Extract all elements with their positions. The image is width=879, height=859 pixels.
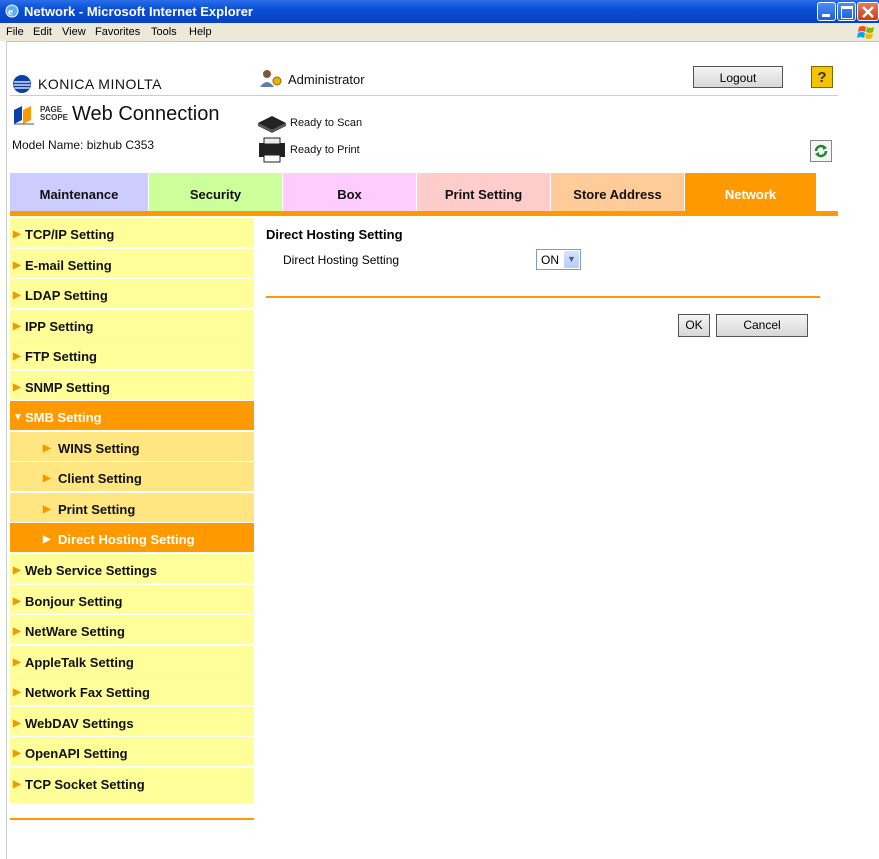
arrow-right-icon: ▶ bbox=[13, 718, 21, 729]
arrow-right-icon: ▶ bbox=[13, 260, 21, 271]
chevron-down-icon[interactable]: ▼ bbox=[564, 251, 579, 268]
arrow-right-icon: ▶ bbox=[13, 565, 21, 576]
direct-hosting-select[interactable]: ON ▼ bbox=[536, 249, 581, 270]
help-button[interactable]: ? bbox=[811, 66, 833, 88]
menu-favorites[interactable]: Favorites bbox=[95, 26, 140, 38]
menu-help[interactable]: Help bbox=[189, 26, 212, 38]
tab-security-label: Security bbox=[189, 187, 242, 202]
tab-network[interactable]: Network bbox=[685, 173, 816, 211]
sidebar-item-appletalk[interactable]: ▶ AppleTalk Setting bbox=[10, 646, 254, 676]
sidebar-item-smb[interactable]: ▼ SMB Setting bbox=[10, 401, 254, 431]
sidebar-item-snmp[interactable]: ▶ SNMP Setting bbox=[10, 371, 254, 401]
sidebar-item-web-service[interactable]: ▶ Web Service Settings bbox=[10, 554, 254, 584]
scan-status: Ready to Scan bbox=[290, 117, 363, 129]
maximize-icon bbox=[841, 6, 853, 19]
sidebar-item-tcpip[interactable]: ▶ TCP/IP Setting bbox=[10, 218, 254, 248]
menu-edit[interactable]: Edit bbox=[33, 26, 52, 38]
sidebar-subitem-client[interactable]: ▶ Client Setting bbox=[10, 462, 254, 492]
refresh-button[interactable] bbox=[810, 140, 832, 162]
sidebar-item-netware[interactable]: ▶ NetWare Setting bbox=[10, 615, 254, 645]
close-button[interactable] bbox=[857, 2, 879, 21]
arrow-right-icon: ▶ bbox=[43, 504, 51, 515]
arrow-right-icon: ▶ bbox=[13, 351, 21, 362]
logout-button[interactable]: Logout bbox=[693, 66, 783, 88]
tab-box-label: Box bbox=[337, 187, 362, 202]
arrow-right-icon: ▶ bbox=[13, 290, 21, 301]
minimize-button[interactable] bbox=[817, 2, 836, 21]
window-title: Network - Microsoft Internet Explorer bbox=[24, 4, 253, 19]
sidebar-item-ipp[interactable]: ▶ IPP Setting bbox=[10, 310, 254, 340]
printer-icon bbox=[259, 137, 285, 163]
arrow-right-icon: ▶ bbox=[13, 657, 21, 668]
product-name: Web Connection bbox=[72, 103, 220, 125]
sidebar-item-network-fax[interactable]: ▶ Network Fax Setting bbox=[10, 676, 254, 706]
administrator-icon bbox=[260, 70, 282, 87]
tab-network-label: Network bbox=[724, 187, 777, 202]
maximize-button[interactable] bbox=[837, 2, 856, 21]
cancel-button[interactable]: Cancel bbox=[716, 314, 808, 337]
header-divider bbox=[10, 95, 838, 96]
page-title: Direct Hosting Setting bbox=[266, 227, 403, 242]
brand-name: KONICA MINOLTA bbox=[38, 76, 162, 92]
tab-security[interactable]: Security bbox=[149, 173, 282, 211]
arrow-right-icon: ▶ bbox=[13, 382, 21, 393]
direct-hosting-value: ON bbox=[541, 253, 559, 267]
arrow-right-icon: ▶ bbox=[13, 596, 21, 607]
direct-hosting-label: Direct Hosting Setting bbox=[283, 253, 400, 267]
close-icon bbox=[862, 6, 874, 18]
arrow-right-icon: ▶ bbox=[13, 748, 21, 759]
minimize-icon bbox=[822, 14, 830, 17]
arrow-right-icon: ▶ bbox=[13, 779, 21, 790]
konica-minolta-logo-icon bbox=[13, 75, 31, 93]
sidebar-subitem-direct-hosting[interactable]: ▶ Direct Hosting Setting bbox=[10, 523, 254, 553]
internet-explorer-icon: e bbox=[5, 4, 19, 18]
ok-button[interactable]: OK bbox=[678, 314, 710, 337]
tab-maintenance-label: Maintenance bbox=[39, 187, 119, 202]
window-titlebar: e Network - Microsoft Internet Explorer bbox=[0, 0, 879, 23]
sidebar-item-ldap[interactable]: ▶ LDAP Setting bbox=[10, 279, 254, 309]
print-status: Ready to Print bbox=[290, 144, 360, 156]
menu-view[interactable]: View bbox=[62, 26, 86, 38]
refresh-icon bbox=[814, 144, 828, 158]
sidebar-subitem-wins[interactable]: ▶ WINS Setting bbox=[10, 432, 254, 462]
arrow-right-icon: ▶ bbox=[43, 443, 51, 454]
pagescope-logo-icon bbox=[14, 106, 34, 125]
arrow-right-icon: ▶ bbox=[13, 321, 21, 332]
arrow-right-icon: ▶ bbox=[13, 687, 21, 698]
model-name: Model Name: bizhub C353 bbox=[12, 138, 155, 152]
tab-underline bbox=[10, 211, 838, 216]
sidebar-bottom-line bbox=[10, 818, 254, 820]
user-name: Administrator bbox=[288, 72, 365, 87]
window-left-border bbox=[0, 41, 7, 859]
svg-text:e: e bbox=[8, 6, 13, 18]
sidebar-item-email[interactable]: ▶ E-mail Setting bbox=[10, 249, 254, 279]
tab-print-setting-label: Print Setting bbox=[444, 187, 523, 202]
sidebar-item-ftp[interactable]: ▶ FTP Setting bbox=[10, 340, 254, 370]
tab-maintenance[interactable]: Maintenance bbox=[10, 173, 148, 211]
menu-bar: File Edit View Favorites Tools Help bbox=[0, 23, 879, 42]
sidebar-item-bonjour[interactable]: ▶ Bonjour Setting bbox=[10, 585, 254, 615]
sidebar-subitem-print[interactable]: ▶ Print Setting bbox=[10, 493, 254, 523]
tab-box[interactable]: Box bbox=[283, 173, 416, 211]
arrow-down-icon: ▼ bbox=[13, 412, 23, 423]
scanner-icon bbox=[258, 116, 286, 133]
tab-store-address[interactable]: Store Address bbox=[551, 173, 684, 211]
arrow-right-icon: ▶ bbox=[13, 229, 21, 240]
sidebar-item-tcp-socket[interactable]: ▶ TCP Socket Setting bbox=[10, 768, 254, 804]
arrow-right-icon: ▶ bbox=[43, 473, 51, 484]
arrow-right-icon: ▶ bbox=[13, 626, 21, 637]
tab-store-address-label: Store Address bbox=[573, 187, 662, 202]
tab-print-setting[interactable]: Print Setting bbox=[417, 173, 550, 211]
product-prefix: PAGE SCOPE bbox=[40, 105, 69, 122]
sidebar-item-openapi[interactable]: ▶ OpenAPI Setting bbox=[10, 737, 254, 767]
content-divider bbox=[266, 296, 820, 298]
menu-file[interactable]: File bbox=[6, 26, 24, 38]
menu-tools[interactable]: Tools bbox=[151, 26, 177, 38]
sidebar-item-webdav[interactable]: ▶ WebDAV Settings bbox=[10, 707, 254, 737]
arrow-right-icon: ▶ bbox=[43, 534, 51, 545]
windows-logo-icon bbox=[857, 26, 874, 39]
